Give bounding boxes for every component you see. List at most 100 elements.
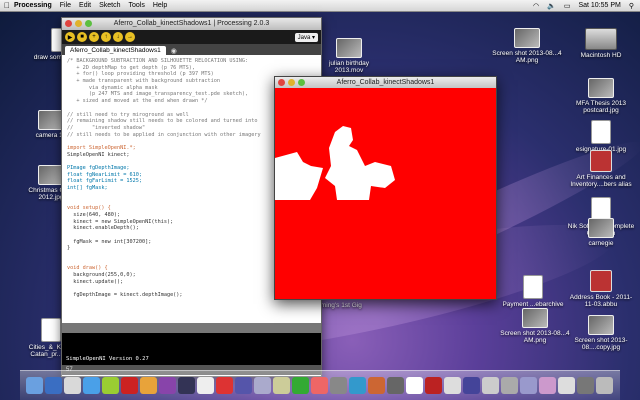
wifi-icon[interactable]: ◠ xyxy=(533,2,539,10)
dock-app-icon[interactable] xyxy=(330,377,347,394)
desktop-icon-label: Art Finances and Inventory....bers alias xyxy=(570,174,632,188)
desktop-icon-label: Screen shot 2013-08...4 AM.png xyxy=(500,330,570,344)
menu-item-sketch[interactable]: Sketch xyxy=(99,2,120,9)
new-button[interactable]: + xyxy=(89,32,99,42)
desktop-icon-label: Macintosh HD xyxy=(580,52,622,59)
dock-app-icon[interactable] xyxy=(121,377,138,394)
dock-app-icon[interactable] xyxy=(482,377,499,394)
zoom-button[interactable] xyxy=(298,79,305,86)
clock[interactable]: Sat 10:55 PM xyxy=(578,2,620,9)
dock-app-icon[interactable] xyxy=(197,377,214,394)
dock-app-icon[interactable] xyxy=(216,377,233,394)
processing-titlebar[interactable]: Aferro_Collab_kinectShadows1 | Processin… xyxy=(62,18,321,30)
dock-app-icon[interactable] xyxy=(102,377,119,394)
export-button[interactable]: → xyxy=(125,32,135,42)
sketch-canvas[interactable] xyxy=(275,88,496,299)
close-button[interactable] xyxy=(278,79,285,86)
minimize-button[interactable] xyxy=(288,79,295,86)
dock-app-icon[interactable] xyxy=(292,377,309,394)
movie-icon xyxy=(336,38,362,58)
dock-app-icon[interactable] xyxy=(140,377,157,394)
dock-app-icon[interactable] xyxy=(311,377,328,394)
volume-icon[interactable]: 🔈 xyxy=(547,2,556,10)
desktop-icon-label: carnegie xyxy=(588,240,614,247)
tab-sketch[interactable]: Aferro_Collab_kinectShadows1 xyxy=(65,46,166,55)
run-button[interactable]: ▶ xyxy=(65,32,75,42)
dock-app-icon[interactable] xyxy=(83,377,100,394)
menu-item-file[interactable]: File xyxy=(60,2,71,9)
dock-app-icon[interactable] xyxy=(539,377,556,394)
silhouette-figure xyxy=(325,126,395,200)
menu-bar:  Processing File Edit Sketch Tools Help ◠ 🔈… xyxy=(0,0,640,12)
spotlight-icon[interactable]: ⚲ xyxy=(629,2,634,10)
dock-app-icon[interactable] xyxy=(368,377,385,394)
processing-toolbar: ▶ ■ + ↑ ↓ → Java ▾ xyxy=(62,30,321,44)
window-controls xyxy=(278,79,305,86)
dock-app-icon[interactable] xyxy=(387,377,404,394)
sketch-titlebar[interactable]: Aferro_Collab_kinectShadows1 xyxy=(275,77,496,88)
zoom-button[interactable] xyxy=(85,20,92,27)
dock-app-icon[interactable] xyxy=(349,377,366,394)
desktop-icon-label: Address Book - 2011-11-03.abbu xyxy=(569,294,633,308)
dock-app-icon[interactable] xyxy=(64,377,81,394)
book-icon xyxy=(590,150,612,172)
book-icon xyxy=(590,270,612,292)
dock-app-icon[interactable] xyxy=(26,377,43,394)
dock-app-icon[interactable] xyxy=(577,377,594,394)
dock-app-icon[interactable] xyxy=(159,377,176,394)
photo-icon xyxy=(588,218,614,238)
dock-app-icon[interactable] xyxy=(235,377,252,394)
tab-menu-icon[interactable]: ◉ xyxy=(171,47,177,55)
dock-app-icon[interactable] xyxy=(178,377,195,394)
save-button[interactable]: ↓ xyxy=(113,32,123,42)
console-output: SimpleOpenNI Version 0.27 xyxy=(66,356,149,362)
dock-app-icon[interactable] xyxy=(254,377,271,394)
desktop-icon[interactable]: julian birthday 2013.mov xyxy=(314,38,384,74)
desktop-icon[interactable]: Screen shot 2013-08...4 AM.png xyxy=(492,28,562,64)
dock-app-icon[interactable] xyxy=(463,377,480,394)
desktop-icon-label: Screen shot 2013-08...4 AM.png xyxy=(492,50,562,64)
dock-app-icon[interactable] xyxy=(45,377,62,394)
desktop-icon-label: MFA Thesis 2013 postcard.jpg xyxy=(575,100,627,114)
dock-app-icon[interactable] xyxy=(444,377,461,394)
desktop-icon[interactable]: Payment ...ebarchive xyxy=(498,275,568,308)
dock-app-icon[interactable] xyxy=(596,377,613,394)
desktop-icon-label: julian birthday 2013.mov xyxy=(328,60,370,74)
dock-app-icon[interactable] xyxy=(425,377,442,394)
desktop-icon[interactable]: Screen shot 2013-08....copy.jpg xyxy=(566,315,636,351)
mode-selector[interactable]: Java ▾ xyxy=(294,32,318,42)
dock-app-icon[interactable] xyxy=(558,377,575,394)
stop-button[interactable]: ■ xyxy=(77,32,87,42)
desktop-icon[interactable]: Art Finances and Inventory....bers alias xyxy=(566,150,636,188)
apple-icon[interactable]:  xyxy=(0,1,14,10)
desktop-icon[interactable]: MFA Thesis 2013 postcard.jpg xyxy=(566,78,636,114)
desktop-icon[interactable]: esignature-01.jpg xyxy=(566,120,636,153)
desktop-icon[interactable]: Screen shot 2013-08...4 AM.png xyxy=(500,308,570,344)
menu-app-name[interactable]: Processing xyxy=(14,2,52,9)
file-icon xyxy=(41,318,61,342)
code-line: + 2D depthMap to get depth (p 76 MTS), xyxy=(67,64,196,71)
desktop-icon-label: Payment ...ebarchive xyxy=(502,301,564,308)
code-line: /* BACKGROUND SUBTRACTION AND SILHOUETTE… xyxy=(67,58,249,64)
desktop-icon[interactable]: carnegie xyxy=(566,218,636,247)
menu-items: File Edit Sketch Tools Help xyxy=(60,2,168,9)
dock-app-icon[interactable] xyxy=(520,377,537,394)
menu-item-edit[interactable]: Edit xyxy=(79,2,91,9)
dock-app-icon[interactable] xyxy=(406,377,423,394)
file-icon xyxy=(591,120,611,144)
photo-icon xyxy=(588,315,614,335)
menu-extras: ◠ 🔈 ▭ Sat 10:55 PM ⚲ xyxy=(533,2,640,10)
dock-app-icon[interactable] xyxy=(273,377,290,394)
desktop-icon[interactable]: Macintosh HD xyxy=(566,28,636,59)
hd-icon xyxy=(585,28,617,50)
minimize-button[interactable] xyxy=(75,20,82,27)
menu-item-tools[interactable]: Tools xyxy=(129,2,145,9)
close-button[interactable] xyxy=(65,20,72,27)
window-controls xyxy=(65,20,92,27)
dock-app-icon[interactable] xyxy=(501,377,518,394)
desktop-icon[interactable]: Address Book - 2011-11-03.abbu xyxy=(566,270,636,308)
open-button[interactable]: ↑ xyxy=(101,32,111,42)
menu-item-help[interactable]: Help xyxy=(153,2,167,9)
console[interactable]: SimpleOpenNI Version 0.27 xyxy=(62,333,321,365)
battery-icon[interactable]: ▭ xyxy=(564,2,571,10)
